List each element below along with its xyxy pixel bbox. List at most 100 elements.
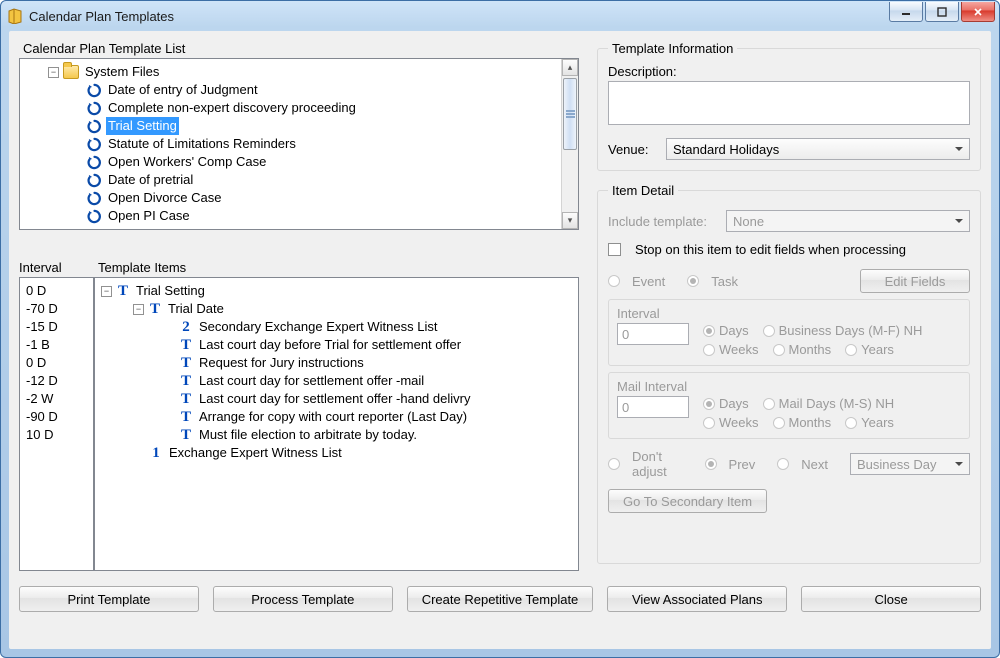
prev-radio: [705, 458, 717, 470]
mail-interval-spinner-input[interactable]: [618, 397, 689, 417]
t-icon: T: [179, 372, 193, 390]
dont-adjust-radio: [608, 458, 620, 470]
interval-bdays-label: Business Days (M-F) NH: [779, 323, 923, 338]
create-repetitive-button[interactable]: Create Repetitive Template: [407, 586, 594, 612]
items-leaf-label: Must file election to arbitrate by today…: [197, 426, 419, 444]
template-row[interactable]: Open Workers' Comp Case: [20, 153, 578, 171]
stop-checkbox[interactable]: [608, 243, 621, 256]
edit-fields-button-label: Edit Fields: [885, 274, 946, 289]
template-row-label: Open Divorce Case: [106, 189, 223, 207]
window-frame: Calendar Plan Templates Calendar Plan Te…: [0, 0, 1000, 658]
interval-subgroup: Interval ▲▼ Days B: [608, 299, 970, 366]
items-leaf-row[interactable]: TLast court day for settlement offer -ma…: [95, 372, 578, 390]
expando-icon[interactable]: −: [48, 67, 59, 78]
create-repetitive-label: Create Repetitive Template: [422, 592, 579, 607]
interval-value: 0 D: [26, 282, 87, 300]
item-detail-group: Item Detail Include template: None Stop …: [597, 183, 981, 564]
template-row[interactable]: Open Divorce Case: [20, 189, 578, 207]
t-icon: T: [179, 408, 193, 426]
task-radio-label: Task: [711, 274, 738, 289]
window-controls: [887, 2, 995, 22]
tree-root-label: System Files: [83, 63, 161, 81]
venue-select[interactable]: Standard Holidays: [666, 138, 970, 160]
t-icon: T: [116, 282, 130, 300]
goto-secondary-button: Go To Secondary Item: [608, 489, 767, 513]
close-button[interactable]: [961, 2, 995, 22]
mail-interval-spinner[interactable]: ▲▼: [617, 396, 689, 418]
description-textarea[interactable]: [608, 81, 970, 125]
interval-spinner-input[interactable]: [618, 324, 689, 344]
mail-years-label: Years: [861, 415, 894, 430]
template-items-header: Template Items: [98, 260, 579, 275]
items-leaf-label: Last court day before Trial for settleme…: [197, 336, 463, 354]
items-sibling-row[interactable]: 1Exchange Expert Witness List: [95, 444, 578, 462]
titlebar[interactable]: Calendar Plan Templates: [1, 1, 999, 31]
t-icon: T: [179, 336, 193, 354]
num-1-icon: 1: [149, 444, 163, 462]
scroll-down-arrow[interactable]: ▾: [562, 212, 578, 229]
items-leaf-row[interactable]: TMust file election to arbitrate by toda…: [95, 426, 578, 444]
template-row[interactable]: Complete non-expert discovery proceeding: [20, 99, 578, 117]
items-child-label: Trial Date: [166, 300, 226, 318]
goto-secondary-button-label: Go To Secondary Item: [623, 494, 752, 509]
print-template-button[interactable]: Print Template: [19, 586, 199, 612]
items-child-row[interactable]: −TTrial Date: [95, 300, 578, 318]
refresh-icon: [86, 118, 102, 134]
t-icon: T: [179, 426, 193, 444]
template-list-header: Calendar Plan Template List: [23, 41, 579, 56]
items-leaf-row[interactable]: TLast court day for settlement offer -ha…: [95, 390, 578, 408]
view-associated-label: View Associated Plans: [632, 592, 763, 607]
maximize-button[interactable]: [925, 2, 959, 22]
mail-months-radio: [773, 417, 785, 429]
template-information-group: Template Information Description: Venue:…: [597, 41, 981, 171]
mail-weeks-label: Weeks: [719, 415, 759, 430]
scroll-up-arrow[interactable]: ▴: [562, 59, 578, 76]
items-leaf-row[interactable]: TRequest for Jury instructions: [95, 354, 578, 372]
refresh-icon: [86, 82, 102, 98]
interval-value: -15 D: [26, 318, 87, 336]
mail-months-label: Months: [789, 415, 832, 430]
template-row[interactable]: Date of entry of Judgment: [20, 81, 578, 99]
template-items-tree[interactable]: −TTrial Setting−TTrial Date2Secondary Ex…: [94, 277, 579, 571]
interval-months-radio: [773, 344, 785, 356]
tree-root-row[interactable]: − System Files: [20, 63, 578, 81]
window-title: Calendar Plan Templates: [29, 9, 174, 24]
interval-header: Interval: [19, 260, 94, 275]
template-row[interactable]: Trial Setting: [20, 117, 578, 135]
items-leaf-row[interactable]: 2Secondary Exchange Expert Witness List: [95, 318, 578, 336]
close-dialog-label: Close: [874, 592, 907, 607]
view-associated-button[interactable]: View Associated Plans: [607, 586, 787, 612]
include-template-select: None: [726, 210, 970, 232]
template-row[interactable]: Open PI Case: [20, 207, 578, 225]
interval-years-radio: [845, 344, 857, 356]
close-dialog-button[interactable]: Close: [801, 586, 981, 612]
items-root-row[interactable]: −TTrial Setting: [95, 282, 578, 300]
mail-interval-subgroup: Mail Interval ▲▼ Days: [608, 372, 970, 439]
interval-months-label: Months: [789, 342, 832, 357]
interval-value: 0 D: [26, 354, 87, 372]
tree-scrollbar[interactable]: ▴ ▾: [561, 59, 578, 229]
template-row-label: Date of pretrial: [106, 171, 195, 189]
template-row-label: Open Workers' Comp Case: [106, 153, 268, 171]
minimize-button[interactable]: [889, 2, 923, 22]
interval-spinner[interactable]: ▲▼: [617, 323, 689, 345]
refresh-icon: [86, 154, 102, 170]
refresh-icon: [86, 208, 102, 224]
items-leaf-row[interactable]: TArrange for copy with court reporter (L…: [95, 408, 578, 426]
items-leaf-label: Request for Jury instructions: [197, 354, 366, 372]
description-label: Description:: [608, 64, 677, 79]
interval-days-label: Days: [719, 323, 749, 338]
adjust-day-select-value: Business Day: [857, 457, 936, 472]
num-2-icon: 2: [179, 318, 193, 336]
template-row[interactable]: Statute of Limitations Reminders: [20, 135, 578, 153]
template-list-tree[interactable]: − System FilesDate of entry of JudgmentCo…: [19, 58, 579, 230]
scroll-thumb[interactable]: [563, 78, 577, 150]
interval-years-label: Years: [861, 342, 894, 357]
template-row[interactable]: Date of pretrial: [20, 171, 578, 189]
app-icon: [7, 8, 23, 24]
process-template-button[interactable]: Process Template: [213, 586, 393, 612]
expando-icon[interactable]: −: [133, 304, 144, 315]
items-leaf-row[interactable]: TLast court day before Trial for settlem…: [95, 336, 578, 354]
mail-days-label: Days: [719, 396, 749, 411]
expando-icon[interactable]: −: [101, 286, 112, 297]
